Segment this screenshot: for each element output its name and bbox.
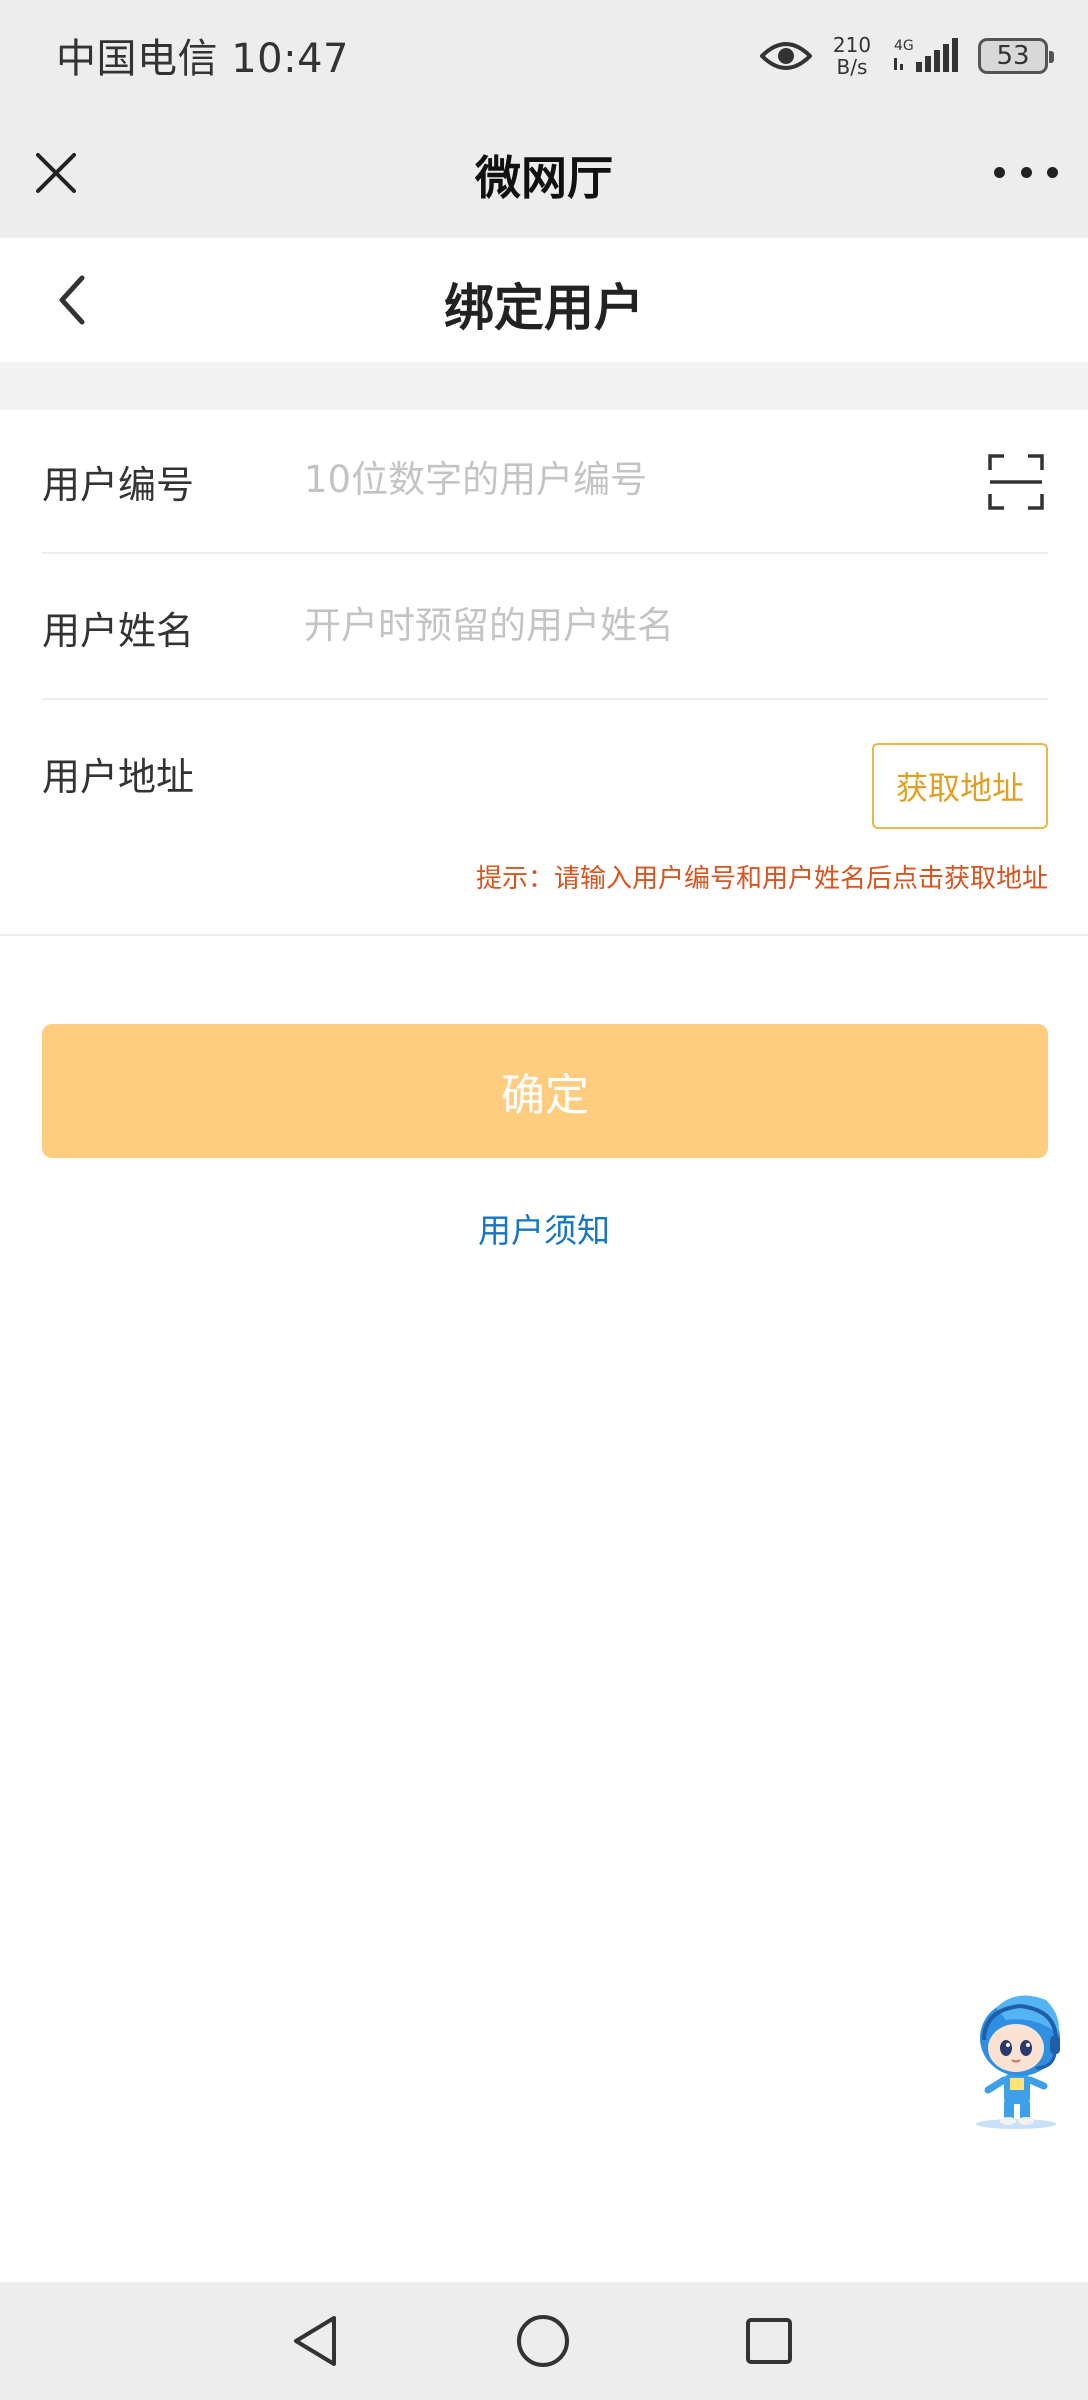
more-icon[interactable] [994, 152, 1058, 192]
section-spacer [0, 362, 1088, 410]
recent-square-icon[interactable] [742, 2314, 796, 2368]
net-speed-unit: B/s [836, 55, 868, 79]
page-title: 绑定用户 [444, 279, 644, 337]
get-address-button[interactable]: 获取地址 [872, 743, 1048, 829]
address-hint: 提示：请输入用户编号和用户姓名后点击获取地址 [475, 864, 1048, 894]
confirm-button[interactable]: 确定 [42, 1024, 1048, 1158]
home-circle-icon[interactable] [514, 2312, 572, 2370]
more-dot [1047, 166, 1058, 178]
net-speed-value: 210 [832, 33, 872, 57]
battery-icon: 53 [978, 38, 1054, 74]
eye-icon [760, 42, 812, 70]
back-triangle-icon[interactable] [288, 2312, 342, 2370]
signal-4g-icon: 4G [894, 38, 958, 72]
status-icons: 210 B/s 4G 53 [760, 30, 1054, 82]
more-dot [994, 166, 1005, 178]
user-number-input[interactable] [304, 450, 984, 508]
user-notice-link[interactable]: 用户须知 [0, 1204, 1088, 1252]
user-name-label: 用户姓名 [42, 609, 195, 653]
android-nav-bar [0, 2282, 1088, 2400]
net-speed: 210 B/s [828, 34, 876, 78]
customer-service-mascot-icon[interactable] [966, 1990, 1070, 2130]
wechat-title: 微网厅 [475, 151, 613, 205]
bind-user-form: 用户编号 用户姓名 用户地址 获取地址 提示：请输入用户编号和用户姓名后点击获取… [0, 410, 1088, 936]
user-address-label: 用户地址 [42, 755, 195, 799]
battery-level: 53 [996, 41, 1030, 71]
user-number-label: 用户编号 [42, 463, 195, 507]
user-name-row: 用户姓名 [42, 554, 1048, 700]
user-number-row: 用户编号 [42, 410, 1048, 554]
network-label: 4G [894, 38, 914, 54]
scan-icon[interactable] [988, 454, 1044, 510]
wechat-title-bar: 微网厅 [0, 112, 1088, 238]
page-header: 绑定用户 [0, 238, 1088, 362]
status-bar: 中国电信 10:47 210 B/s 4G 53 [0, 0, 1088, 112]
more-dot [1020, 166, 1032, 178]
carrier-time: 中国电信 10:47 [56, 36, 349, 82]
user-name-input[interactable] [304, 596, 984, 654]
